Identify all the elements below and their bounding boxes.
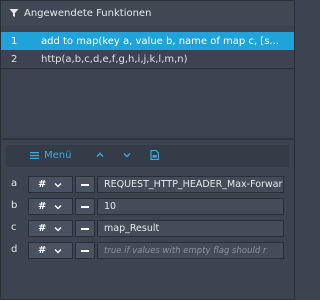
type-value: # (38, 201, 47, 212)
chevron-down-icon (54, 182, 62, 187)
applied-functions-header: Angewendete Funktionen (1, 1, 294, 25)
parameter-value-field[interactable]: map_Result (97, 220, 284, 237)
menu-icon (30, 152, 39, 159)
parameter-row-a: a # REQUEST_HTTP_HEADER_Max-Forwar (6, 174, 285, 196)
minus-icon (81, 249, 89, 252)
function-text: http(a,b,c,d,e,f,g,h,i,j,k,l,m,n) (41, 53, 188, 65)
menu-button[interactable]: Menü (30, 150, 71, 161)
remove-value-button[interactable] (75, 220, 95, 237)
filter-icon (9, 9, 19, 17)
remove-value-button[interactable] (75, 198, 95, 215)
type-value: # (38, 245, 47, 256)
parameter-label: d (11, 244, 18, 255)
parameter-label: b (11, 200, 18, 211)
function-text: add to map(key a, value b, name of map c… (41, 35, 279, 47)
parameter-row-c: c # map_Result (6, 218, 285, 240)
parameter-value-field[interactable]: REQUEST_HTTP_HEADER_Max-Forwar (97, 176, 284, 193)
chevron-down-icon (54, 226, 62, 231)
parameter-value-field[interactable]: 10 (97, 198, 284, 215)
row-number: 1 (11, 35, 18, 47)
remove-value-button[interactable] (75, 176, 95, 193)
chevron-up-icon[interactable] (96, 151, 104, 159)
header-title: Angewendete Funktionen (24, 7, 152, 19)
parameter-row-b: b # 10 (6, 196, 285, 218)
parameter-value-field[interactable]: true if values with empty flag should r (97, 242, 284, 259)
type-dropdown[interactable]: # (28, 176, 73, 193)
function-row-2[interactable]: 2 http(a,b,c,d,e,f,g,h,i,j,k,l,m,n) (1, 50, 294, 69)
document-icon[interactable] (150, 150, 159, 160)
chevron-down-icon (54, 204, 62, 209)
type-value: # (38, 179, 47, 190)
minus-icon (81, 227, 89, 230)
minus-icon (81, 205, 89, 208)
type-dropdown[interactable]: # (28, 220, 73, 237)
row-number: 2 (11, 53, 18, 65)
parameter-toolbar: Menü (6, 145, 289, 167)
parameter-row-d: d # true if values with empty flag shoul… (6, 240, 285, 262)
parameter-table: a # REQUEST_HTTP_HEADER_Max-Forwar b # 1… (6, 174, 285, 262)
parameter-label: c (11, 222, 17, 233)
remove-value-button[interactable] (75, 242, 95, 259)
type-value: # (38, 223, 47, 234)
minus-icon (81, 183, 89, 186)
function-list: 1 add to map(key a, value b, name of map… (1, 32, 294, 138)
function-row-1[interactable]: 1 add to map(key a, value b, name of map… (1, 32, 294, 50)
type-dropdown[interactable]: # (28, 242, 73, 259)
menu-label: Menü (44, 150, 72, 161)
parameter-panel: Menü a # REQUEST_HTTP_HEADER_Max-Forwar … (1, 140, 294, 298)
type-dropdown[interactable]: # (28, 198, 73, 215)
chevron-down-icon (54, 248, 62, 253)
parameter-label: a (11, 178, 18, 189)
chevron-down-icon[interactable] (123, 151, 131, 159)
